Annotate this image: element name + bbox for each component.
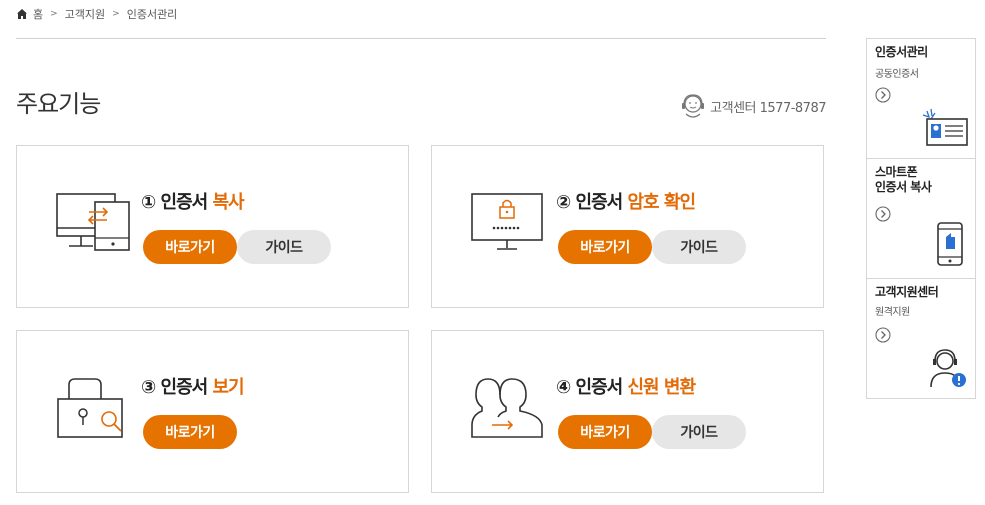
card-title-prefix: 인증서: [160, 192, 209, 213]
sidebar-item-title-line2: 인증서 복사: [875, 180, 932, 194]
card-number: ④: [556, 377, 571, 398]
people-transfer-icon: [471, 378, 543, 438]
top-divider: [16, 38, 826, 39]
card-cert-view: ③ 인증서 보기 바로가기: [16, 330, 409, 493]
card-title: ③ 인증서 보기: [141, 373, 245, 399]
sidebar-item-title: 스마트폰 인증서 복사: [875, 165, 932, 195]
card-title-prefix: 인증서: [575, 377, 624, 398]
go-button[interactable]: 바로가기: [143, 230, 237, 264]
breadcrumb-separator-icon: >: [112, 9, 120, 19]
card-number: ③: [141, 377, 156, 398]
sidebar-item-smartphone-copy[interactable]: 스마트폰 인증서 복사: [867, 159, 975, 279]
id-card-icon: [922, 108, 968, 146]
go-button[interactable]: 바로가기: [558, 415, 652, 449]
card-title-accent: 신원 변환: [627, 377, 697, 398]
sidebar-item-title-line1: 스마트폰: [875, 165, 918, 179]
guide-button[interactable]: 가이드: [652, 230, 746, 264]
chevron-right-circle-icon[interactable]: [875, 206, 891, 222]
headset-agent-icon: [682, 94, 705, 118]
breadcrumb: 홈 > 고객지원 > 인증서관리: [16, 6, 177, 22]
sidebar-item-remote-support[interactable]: 고객지원센터 원격지원: [867, 279, 975, 398]
computer-transfer-icon: [56, 193, 130, 251]
customer-center: 고객센터 1577-8787: [678, 92, 826, 120]
card-title-accent: 복사: [212, 192, 245, 213]
card-identity-change: ④ 인증서 신원 변환 바로가기 가이드: [431, 330, 824, 493]
card-title-prefix: 인증서: [575, 192, 624, 213]
card-title: ① 인증서 복사: [141, 188, 245, 214]
customer-center-phone: 고객센터 1577-8787: [710, 100, 826, 116]
card-title: ④ 인증서 신원 변환: [556, 373, 697, 399]
smartphone-icon: [937, 222, 963, 266]
sidebar-item-subtitle: 원격지원: [875, 307, 910, 318]
breadcrumb-separator-icon: >: [50, 9, 58, 19]
card-number: ①: [141, 192, 156, 213]
card-number: ②: [556, 192, 571, 213]
card-cert-copy: ① 인증서 복사 바로가기 가이드: [16, 145, 409, 308]
chevron-right-circle-icon[interactable]: [875, 87, 891, 103]
card-title: ② 인증서 암호 확인: [556, 188, 697, 214]
card-password-check: ② 인증서 암호 확인 바로가기 가이드: [431, 145, 824, 308]
quick-menu-sidebar: 인증서관리 공동인증서 스마트폰 인증서 복사 고객지원센터 원격지원: [866, 38, 976, 399]
sidebar-item-title: 인증서관리: [875, 45, 928, 59]
guide-button[interactable]: 가이드: [237, 230, 331, 264]
breadcrumb-cert-management[interactable]: 인증서관리: [127, 6, 178, 22]
home-icon[interactable]: [16, 8, 28, 20]
lock-magnifier-icon: [57, 378, 123, 438]
sidebar-item-subtitle: 공동인증서: [875, 69, 919, 80]
sidebar-item-cert-management[interactable]: 인증서관리 공동인증서: [867, 39, 975, 159]
monitor-lock-icon: [471, 193, 543, 250]
breadcrumb-home[interactable]: 홈: [33, 6, 43, 22]
support-agent-icon: [930, 349, 966, 388]
breadcrumb-customer-support[interactable]: 고객지원: [65, 6, 105, 22]
go-button[interactable]: 바로가기: [558, 230, 652, 264]
page-title: 주요기능: [16, 90, 101, 118]
guide-button[interactable]: 가이드: [652, 415, 746, 449]
go-button[interactable]: 바로가기: [143, 415, 237, 449]
card-title-accent: 보기: [212, 377, 245, 398]
chevron-right-circle-icon[interactable]: [875, 327, 891, 343]
sidebar-item-title: 고객지원센터: [875, 285, 939, 299]
card-title-accent: 암호 확인: [627, 192, 697, 213]
card-title-prefix: 인증서: [160, 377, 209, 398]
